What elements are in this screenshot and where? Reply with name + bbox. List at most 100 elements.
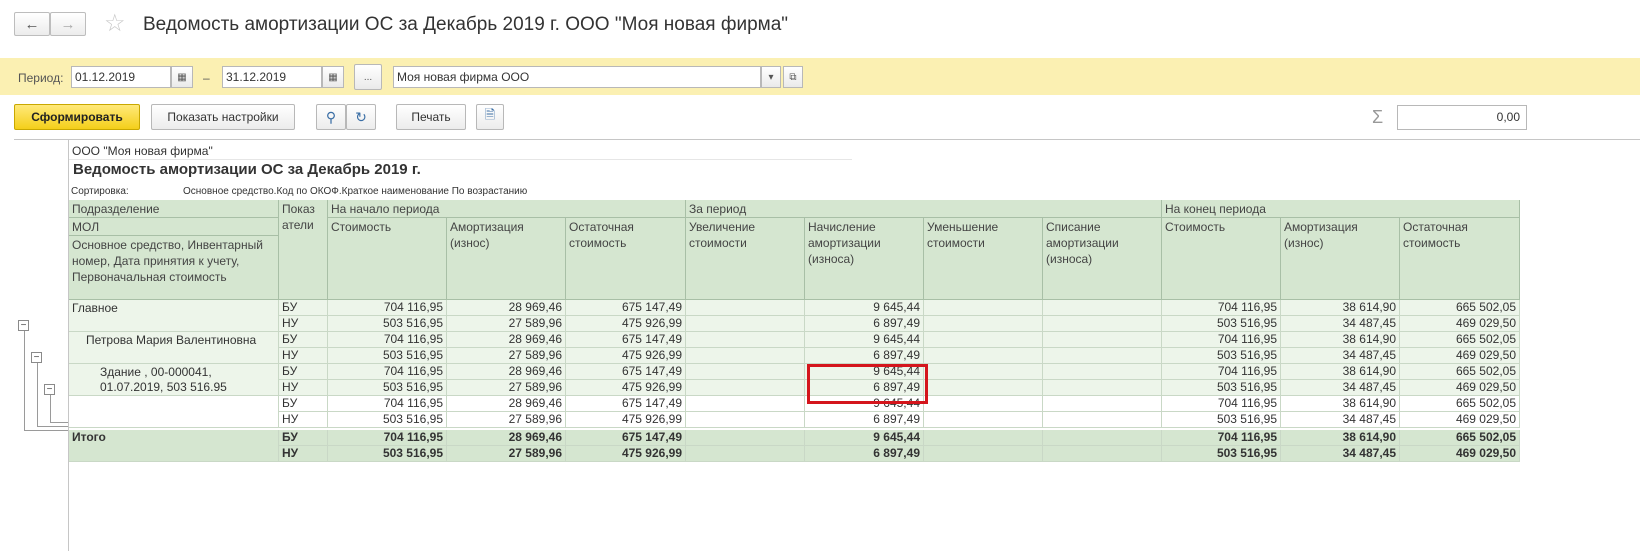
value-cell: 704 116,95 <box>1162 364 1281 380</box>
value-cell: 38 614,90 <box>1281 332 1400 348</box>
header-asset: Основное средство, Инвентарный номер, Да… <box>69 236 279 300</box>
value-cell: 475 926,99 <box>566 316 686 332</box>
generate-button[interactable]: Сформировать <box>14 104 140 130</box>
header-col: Увеличение стоимости <box>686 218 805 300</box>
value-cell: 469 029,50 <box>1400 412 1520 428</box>
highlight-box <box>807 364 928 404</box>
value-cell: 665 502,05 <box>1400 396 1520 412</box>
search-button[interactable]: ⚲ <box>316 104 346 130</box>
total-value-cell: 503 516,95 <box>1162 446 1281 462</box>
calendar-icon: ▦ <box>177 71 187 83</box>
print-button[interactable]: Печать <box>396 104 466 130</box>
period-separator: – <box>203 71 210 85</box>
calendar-to-button[interactable]: ▦ <box>322 66 344 88</box>
forward-button[interactable]: → <box>50 12 86 36</box>
calendar-from-button[interactable]: ▦ <box>171 66 193 88</box>
report-org: ООО "Моя новая фирма" <box>72 144 213 158</box>
org-underline <box>69 159 852 160</box>
value-cell: 475 926,99 <box>566 412 686 428</box>
value-cell <box>686 348 805 364</box>
value-cell <box>686 316 805 332</box>
header-col: Начисление амортизации (износа) <box>805 218 924 300</box>
value-cell: 469 029,50 <box>1400 348 1520 364</box>
show-settings-button[interactable]: Показать настройки <box>151 104 295 130</box>
total-value-cell <box>924 446 1043 462</box>
value-cell <box>686 300 805 316</box>
value-cell <box>1043 396 1162 412</box>
organization-open-button[interactable]: ⧉ <box>783 66 803 88</box>
total-indicator-cell: БУ <box>279 430 328 446</box>
total-label: Итого <box>69 430 279 462</box>
value-cell: 704 116,95 <box>328 300 447 316</box>
indicator-cell: НУ <box>279 380 328 396</box>
period-from-field[interactable]: 01.12.2019 <box>71 66 171 88</box>
open-form-icon: ⧉ <box>789 71 797 83</box>
print-preview-button[interactable]: 🗎 <box>476 104 504 130</box>
print-preview-icon: 🗎 <box>484 107 496 122</box>
value-cell: 704 116,95 <box>328 364 447 380</box>
collapse-icon[interactable]: − <box>31 352 42 363</box>
value-cell: 704 116,95 <box>1162 300 1281 316</box>
value-cell: 27 589,96 <box>447 380 566 396</box>
value-cell: 28 969,46 <box>447 300 566 316</box>
search-next-button[interactable]: ↻ <box>346 104 376 130</box>
organization-dropdown-button[interactable]: ▾ <box>761 66 781 88</box>
total-value-cell: 38 614,90 <box>1281 430 1400 446</box>
value-cell: 665 502,05 <box>1400 332 1520 348</box>
value-cell: 6 897,49 <box>805 348 924 364</box>
value-cell: 665 502,05 <box>1400 300 1520 316</box>
value-cell: 27 589,96 <box>447 348 566 364</box>
total-value-cell: 28 969,46 <box>447 430 566 446</box>
tree-line <box>50 422 68 423</box>
period-more-button[interactable]: ... <box>354 64 382 90</box>
value-cell: 704 116,95 <box>328 332 447 348</box>
star-icon[interactable]: ☆ <box>104 12 126 36</box>
collapse-icon[interactable]: − <box>18 320 29 331</box>
value-cell: 469 029,50 <box>1400 316 1520 332</box>
period-to-field[interactable]: 31.12.2019 <box>222 66 322 88</box>
arrow-left-icon: ← <box>24 15 40 33</box>
value-cell <box>1043 364 1162 380</box>
tree-line <box>24 325 25 431</box>
value-cell <box>924 332 1043 348</box>
total-value-cell: 675 147,49 <box>566 430 686 446</box>
value-cell: 9 645,44 <box>805 332 924 348</box>
value-cell: 28 969,46 <box>447 364 566 380</box>
indicator-cell: БУ <box>279 364 328 380</box>
tree-line <box>37 357 38 427</box>
value-cell <box>924 364 1043 380</box>
value-cell <box>686 364 805 380</box>
value-cell: 28 969,46 <box>447 396 566 412</box>
value-cell: 704 116,95 <box>1162 332 1281 348</box>
value-cell: 503 516,95 <box>1162 348 1281 364</box>
group-label: Петрова Мария Валентиновна <box>69 332 279 364</box>
total-value-cell: 9 645,44 <box>805 430 924 446</box>
value-cell <box>924 348 1043 364</box>
header-col: Остаточная стоимость <box>566 218 686 300</box>
indicator-cell: БУ <box>279 396 328 412</box>
total-value-cell <box>1043 430 1162 446</box>
total-value-cell <box>1043 446 1162 462</box>
value-cell: 469 029,50 <box>1400 380 1520 396</box>
organization-field[interactable]: Моя новая фирма ООО <box>393 66 761 88</box>
value-cell <box>924 396 1043 412</box>
header-group-start: На начало периода <box>328 200 686 218</box>
value-cell: 475 926,99 <box>566 380 686 396</box>
total-value-cell: 475 926,99 <box>566 446 686 462</box>
header-col: Списание амортизации (износа) <box>1043 218 1162 300</box>
value-cell <box>1043 316 1162 332</box>
value-cell <box>1043 380 1162 396</box>
value-cell: 9 645,44 <box>805 300 924 316</box>
value-cell <box>924 316 1043 332</box>
value-cell <box>686 396 805 412</box>
value-cell: 6 897,49 <box>805 316 924 332</box>
collapse-icon[interactable]: − <box>44 384 55 395</box>
back-button[interactable]: ← <box>14 12 50 36</box>
period-label: Период: <box>18 71 64 85</box>
value-cell: 34 487,45 <box>1281 348 1400 364</box>
value-cell: 503 516,95 <box>328 348 447 364</box>
value-cell: 675 147,49 <box>566 300 686 316</box>
header-col: Стоимость <box>1162 218 1281 300</box>
value-cell: 704 116,95 <box>1162 396 1281 412</box>
header-subdivision: Подразделение <box>69 200 279 218</box>
